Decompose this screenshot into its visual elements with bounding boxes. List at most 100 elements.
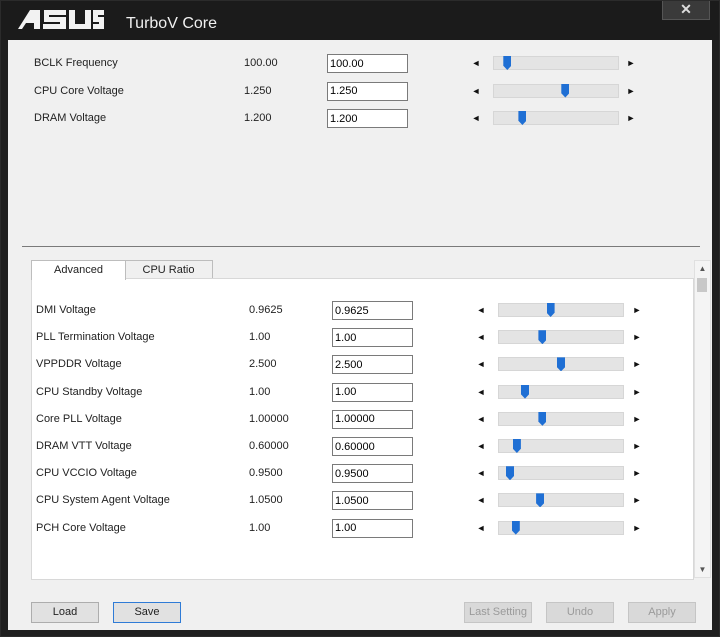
setting-label: DMI Voltage xyxy=(36,304,96,316)
increase-arrow-icon[interactable]: ► xyxy=(632,414,642,424)
setting-label: Core PLL Voltage xyxy=(36,412,122,425)
value-input[interactable] xyxy=(332,409,413,429)
slider-thumb[interactable] xyxy=(503,56,512,70)
top-settings-panel: BCLK Frequency 100.00 ◄ ► CPU Core Voltage 1.… xyxy=(8,40,712,245)
setting-row-dmi-voltage: DMI Voltage 0.9625 ◄ ► xyxy=(36,301,676,323)
slider-thumb[interactable] xyxy=(546,303,555,317)
section-divider xyxy=(22,246,700,247)
value-slider[interactable] xyxy=(498,411,624,426)
tab-cpu-ratio[interactable]: CPU Ratio xyxy=(124,260,213,279)
increase-arrow-icon[interactable]: ► xyxy=(632,523,642,533)
vertical-scrollbar[interactable]: ▲ ▼ xyxy=(694,260,711,578)
title-bar[interactable]: TurboV Core ✕ xyxy=(1,1,719,40)
value-input[interactable] xyxy=(332,328,413,348)
setting-row-cpu-standby-voltage: CPU Standby Voltage 1.00 ◄ ► xyxy=(36,382,676,405)
undo-button[interactable]: Undo xyxy=(546,602,614,623)
increase-arrow-icon[interactable]: ► xyxy=(632,332,642,342)
value-slider[interactable] xyxy=(498,384,624,399)
value-input[interactable] xyxy=(332,382,413,402)
decrease-arrow-icon[interactable]: ◄ xyxy=(476,387,486,397)
increase-arrow-icon[interactable]: ► xyxy=(632,441,642,451)
apply-button[interactable]: Apply xyxy=(628,602,696,623)
decrease-arrow-icon[interactable]: ◄ xyxy=(476,305,486,315)
increase-arrow-icon[interactable]: ► xyxy=(632,387,642,397)
slider-thumb[interactable] xyxy=(512,439,521,453)
close-button[interactable]: ✕ xyxy=(662,1,710,20)
value-slider[interactable] xyxy=(493,83,619,98)
current-value: 1.250 xyxy=(244,84,272,97)
scroll-down-arrow-icon[interactable]: ▼ xyxy=(695,562,710,577)
tab-advanced[interactable]: Advanced xyxy=(31,260,126,280)
value-slider[interactable] xyxy=(498,439,624,453)
decrease-arrow-icon[interactable]: ◄ xyxy=(476,468,486,478)
save-button[interactable]: Save xyxy=(113,602,181,623)
current-value: 100.00 xyxy=(244,57,278,69)
slider-thumb[interactable] xyxy=(536,493,545,508)
value-slider[interactable] xyxy=(498,466,624,481)
scroll-thumb[interactable] xyxy=(697,278,707,292)
slider-thumb[interactable] xyxy=(561,83,570,98)
decrease-arrow-icon[interactable]: ◄ xyxy=(476,414,486,424)
current-value: 2.500 xyxy=(249,358,277,371)
value-slider[interactable] xyxy=(498,357,624,372)
value-input[interactable] xyxy=(332,518,413,538)
value-input[interactable] xyxy=(332,464,413,484)
current-value: 1.0500 xyxy=(249,494,283,507)
setting-label: PLL Termination Voltage xyxy=(36,331,155,344)
value-input[interactable] xyxy=(332,437,413,456)
value-input[interactable] xyxy=(332,301,413,320)
setting-label: DRAM Voltage xyxy=(34,112,107,124)
slider-thumb[interactable] xyxy=(506,466,514,481)
slider-thumb[interactable] xyxy=(557,357,565,372)
value-input[interactable] xyxy=(327,81,408,101)
value-slider[interactable] xyxy=(498,493,624,508)
setting-row-cpu-core-voltage: CPU Core Voltage 1.250 ◄ ► xyxy=(34,81,674,104)
increase-arrow-icon[interactable]: ► xyxy=(626,86,636,96)
slider-thumb[interactable] xyxy=(518,111,527,125)
value-slider[interactable] xyxy=(498,520,624,535)
slider-thumb[interactable] xyxy=(511,520,520,535)
decrease-arrow-icon[interactable]: ◄ xyxy=(471,86,481,96)
load-button[interactable]: Load xyxy=(31,602,99,623)
tab-container: Advanced CPU Ratio DMI Voltage0.9625◄►PL… xyxy=(31,260,694,580)
scroll-up-arrow-icon[interactable]: ▲ xyxy=(695,261,710,276)
increase-arrow-icon[interactable]: ► xyxy=(632,305,642,315)
setting-row-bclk-frequency: BCLK Frequency 100.00 ◄ ► xyxy=(34,54,674,76)
value-input[interactable] xyxy=(327,109,408,128)
slider-thumb[interactable] xyxy=(538,411,547,426)
decrease-arrow-icon[interactable]: ◄ xyxy=(471,113,481,123)
asus-logo xyxy=(18,10,104,29)
setting-row-cpu-system-agent-voltage: CPU System Agent Voltage 1.0500 ◄ ► xyxy=(36,491,676,513)
value-slider[interactable] xyxy=(493,111,619,125)
value-input[interactable] xyxy=(332,355,413,375)
increase-arrow-icon[interactable]: ► xyxy=(626,58,636,68)
value-slider[interactable] xyxy=(498,330,624,345)
setting-label: VPPDDR Voltage xyxy=(36,358,122,371)
slider-thumb[interactable] xyxy=(538,330,547,345)
decrease-arrow-icon[interactable]: ◄ xyxy=(471,58,481,68)
setting-label: CPU Core Voltage xyxy=(34,84,124,97)
last-setting-button[interactable]: Last Setting xyxy=(464,602,532,623)
app-title: TurboV Core xyxy=(126,15,217,32)
setting-row-dram-voltage: DRAM Voltage 1.200 ◄ ► xyxy=(34,109,674,131)
setting-label: PCH Core Voltage xyxy=(36,521,126,534)
setting-row-pch-core-voltage: PCH Core Voltage 1.00 ◄ ► xyxy=(36,518,676,541)
increase-arrow-icon[interactable]: ► xyxy=(632,468,642,478)
current-value: 1.00 xyxy=(249,331,271,344)
setting-label: CPU VCCIO Voltage xyxy=(36,467,137,480)
value-slider[interactable] xyxy=(498,303,624,317)
decrease-arrow-icon[interactable]: ◄ xyxy=(476,441,486,451)
setting-row-cpu-vccio-voltage: CPU VCCIO Voltage 0.9500 ◄ ► xyxy=(36,464,676,486)
decrease-arrow-icon[interactable]: ◄ xyxy=(476,332,486,342)
value-input[interactable] xyxy=(332,491,413,511)
increase-arrow-icon[interactable]: ► xyxy=(632,359,642,369)
current-value: 0.9500 xyxy=(249,467,283,480)
increase-arrow-icon[interactable]: ► xyxy=(626,113,636,123)
decrease-arrow-icon[interactable]: ◄ xyxy=(476,523,486,533)
increase-arrow-icon[interactable]: ► xyxy=(632,495,642,505)
decrease-arrow-icon[interactable]: ◄ xyxy=(476,359,486,369)
value-input[interactable] xyxy=(327,54,408,73)
decrease-arrow-icon[interactable]: ◄ xyxy=(476,495,486,505)
slider-thumb[interactable] xyxy=(521,384,529,399)
value-slider[interactable] xyxy=(493,56,619,70)
